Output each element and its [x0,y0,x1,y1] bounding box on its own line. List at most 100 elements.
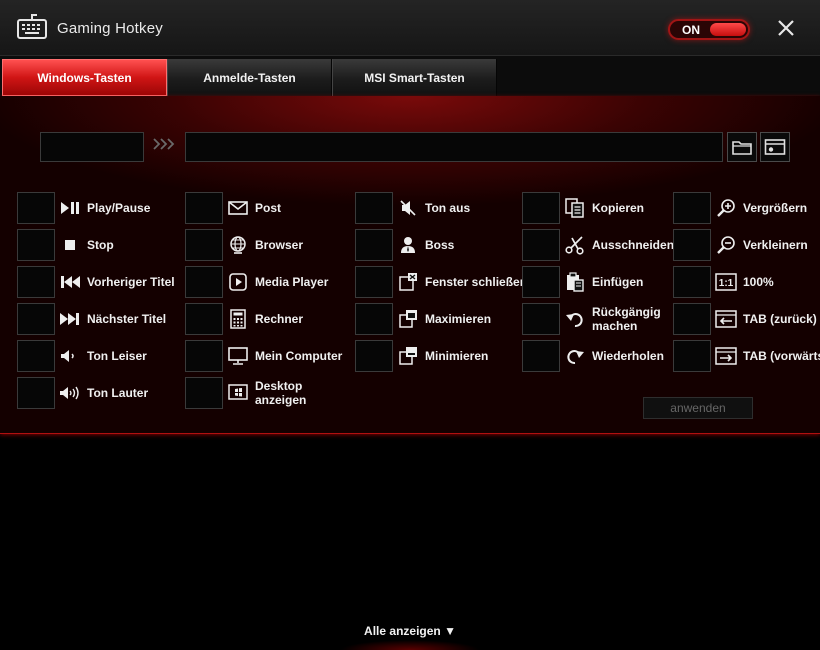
calculator-icon [227,309,249,329]
hotkey-item: Rechner [185,303,350,335]
hotkey-label: Einfügen [592,275,644,289]
hotkey-slot[interactable] [355,266,393,298]
hotkey-slot[interactable] [673,303,711,335]
target-path-input[interactable] [185,132,723,162]
hotkey-label: Verkleinern [743,238,808,252]
hotkey-label: Ton aus [425,201,471,215]
hotkey-label: 100% [743,275,774,289]
power-toggle[interactable]: ON [668,19,750,40]
hotkey-item: Nächster Titel [17,303,182,335]
hotkey-slot[interactable] [673,340,711,372]
hotkey-label: Vorheriger Titel [87,275,175,289]
close-window-icon [397,272,419,292]
tab-windows-tasten[interactable]: Windows-Tasten [2,59,167,96]
hotkey-slot[interactable] [185,229,223,261]
hotkey-item: Ton Lauter [17,377,182,409]
hotkey-slot[interactable] [17,192,55,224]
keyboard-icon [17,14,47,39]
toggle-knob [710,23,746,36]
hotkey-label: Vergrößern [743,201,808,215]
stop-icon [59,235,81,255]
hotkey-item: Wiederholen [522,340,672,372]
hotkey-label: Play/Pause [87,201,151,215]
hotkey-slot[interactable] [673,266,711,298]
hotkey-slot[interactable] [185,192,223,224]
hotkey-item: Kopieren [522,192,672,224]
show-all-button[interactable]: Alle anzeigen ▼ [0,624,820,638]
browse-program-button[interactable] [760,132,790,162]
hotkey-slot[interactable] [355,340,393,372]
tab-anmelde-tasten[interactable]: Anmelde-Tasten [167,59,332,96]
hotkey-slot[interactable] [185,340,223,372]
maximize-icon [397,309,419,329]
hotkey-label: Desktop anzeigen [255,379,307,407]
hotkey-item: Verkleinern [673,229,819,261]
hotkey-slot[interactable] [17,303,55,335]
close-icon[interactable] [776,18,796,38]
hotkey-slot[interactable] [185,377,223,409]
hotkey-label: TAB (vorwärts) [743,349,820,363]
hotkey-slot[interactable] [17,266,55,298]
toggle-label: ON [682,23,700,37]
hotkey-item: Vergrößern [673,192,819,224]
browse-folder-button[interactable] [727,132,757,162]
volume-down-icon [59,346,81,366]
hotkey-item: Desktop anzeigen [185,377,350,409]
media-player-icon [227,272,249,292]
mute-icon [397,198,419,218]
play-pause-icon [59,198,81,218]
apply-button[interactable]: anwenden [643,397,753,419]
redo-icon [564,346,586,366]
hotkey-item: TAB (vorwärts) [673,340,820,372]
hotkey-label: Kopieren [592,201,645,215]
hotkey-slot[interactable] [355,303,393,335]
hotkey-slot[interactable] [185,303,223,335]
hotkey-slot[interactable] [17,377,55,409]
title-bar: Gaming Hotkey ON [0,0,820,56]
hotkey-slot[interactable] [17,340,55,372]
hotkey-label: Stop [87,238,114,252]
paste-icon [564,272,586,292]
hotkey-slot[interactable] [17,229,55,261]
tab-bar: Windows-Tasten Anmelde-Tasten MSI Smart-… [0,56,820,96]
hotkey-slot[interactable] [522,192,560,224]
folder-icon [732,141,752,155]
hotkey-label: Ton Leiser [87,349,147,363]
mail-icon [227,198,249,218]
hotkey-label: Fenster schließen [425,275,528,289]
hotkey-label: Boss [425,238,455,252]
volume-up-icon [59,383,81,403]
hotkey-item: Ausschneiden [522,229,674,261]
hotkey-item: Ton aus [355,192,520,224]
copy-icon [564,198,586,218]
hotkey-item: Maximieren [355,303,520,335]
hotkey-label: Mein Computer [255,349,343,363]
hotkey-item: Stop [17,229,182,261]
tab-back-icon [715,309,737,329]
hotkey-slot[interactable] [673,229,711,261]
hotkey-slot[interactable] [522,303,560,335]
hotkey-slot[interactable] [355,229,393,261]
hotkey-label: Post [255,201,282,215]
hotkey-slot[interactable] [522,340,560,372]
minimize-icon [397,346,419,366]
tab-msi-smart-tasten[interactable]: MSI Smart-Tasten [332,59,497,96]
hotkey-label: Nächster Titel [87,312,167,326]
hotkey-slot[interactable] [673,192,711,224]
hotkey-slot[interactable] [355,192,393,224]
hotkey-label: TAB (zurück) [743,312,817,326]
hotkey-slot[interactable] [522,229,560,261]
hotkey-item: Ton Leiser [17,340,182,372]
app-title: Gaming Hotkey [57,20,163,37]
hotkey-label: Media Player [255,275,329,289]
hotkey-label: Ton Lauter [87,386,149,400]
show-all-glow [340,640,480,650]
svg-text:1:1: 1:1 [719,278,734,289]
hotkey-label: Minimieren [425,349,489,363]
hotkey-item: Rückgängig machen [522,303,672,335]
hotkey-slot[interactable] [185,266,223,298]
key-combination-input[interactable] [40,132,144,162]
hotkey-item: Post [185,192,350,224]
hotkey-slot[interactable] [522,266,560,298]
actual-size-icon: 1:1 [715,272,737,292]
